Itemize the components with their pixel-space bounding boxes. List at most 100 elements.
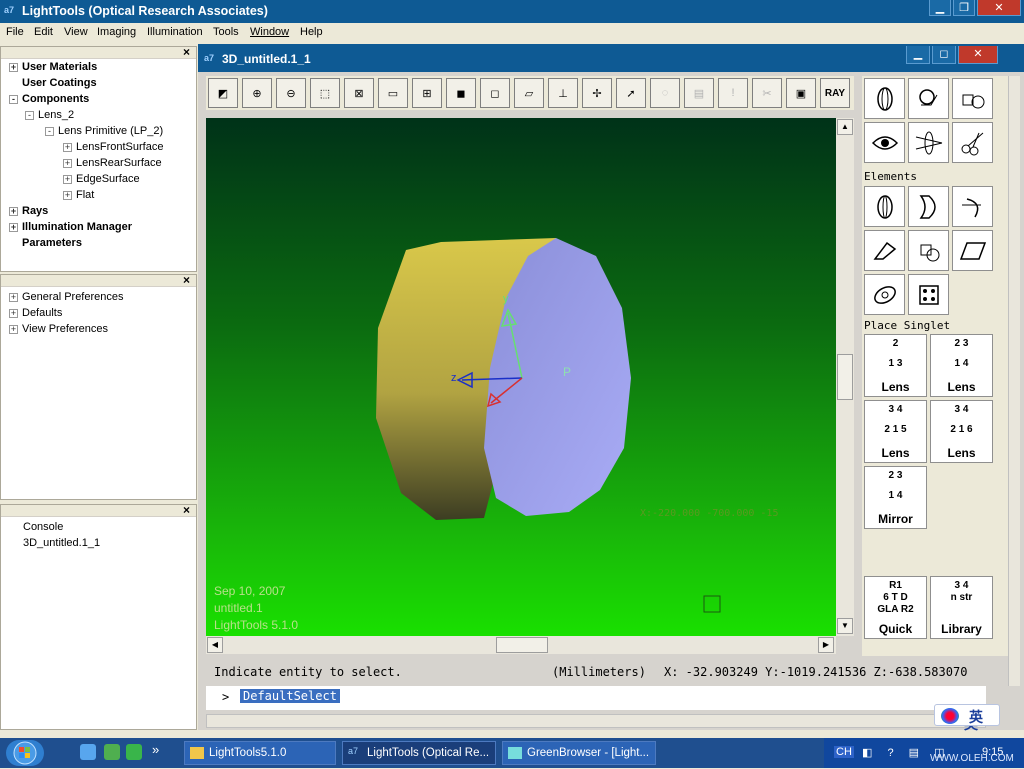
chevron-right-icon[interactable]: » bbox=[152, 742, 159, 757]
tree-item-lens-primitive-lp-2[interactable]: - Lens Primitive (LP_2) bbox=[45, 125, 163, 141]
element-assembly-button[interactable] bbox=[908, 230, 949, 271]
language-indicator[interactable]: CH bbox=[834, 746, 854, 758]
collapse-icon[interactable]: - bbox=[9, 94, 18, 104]
restore-button[interactable]: ❐ bbox=[953, 0, 975, 16]
lens-3-4-5-button[interactable]: 3 42 1 5 Lens bbox=[864, 400, 927, 463]
tree-item-components[interactable]: - Components bbox=[9, 93, 89, 109]
tree-item-edgesurface[interactable]: + EdgeSurface bbox=[63, 173, 140, 189]
shaded-view-button[interactable]: ◼ bbox=[446, 78, 476, 108]
layer-button[interactable]: ▣ bbox=[786, 78, 816, 108]
viewport-vertical-scrollbar[interactable]: ▲ ▼ bbox=[836, 118, 854, 636]
scroll-right-button[interactable]: ▶ bbox=[818, 637, 834, 653]
command-scrollbar[interactable] bbox=[206, 714, 986, 728]
element-meniscus-button[interactable] bbox=[908, 186, 949, 227]
tree-item-lensrearsurface[interactable]: + LensRearSurface bbox=[63, 157, 162, 173]
taskbar-item-lighttools-folder[interactable]: LightTools5.1.0 bbox=[184, 741, 336, 765]
menu-help[interactable]: Help bbox=[300, 26, 323, 38]
vertical-scroll-thumb[interactable] bbox=[837, 354, 853, 400]
zoom-in-button[interactable]: ⊕ bbox=[242, 78, 272, 108]
close-icon[interactable]: × bbox=[183, 45, 190, 59]
alert-button[interactable]: ! bbox=[718, 78, 748, 108]
element-lens-button[interactable] bbox=[864, 186, 905, 227]
lens-2-3-4-button[interactable]: 2 31 4 Lens bbox=[930, 334, 993, 397]
expand-icon[interactable]: + bbox=[9, 222, 18, 232]
viewport-horizontal-scrollbar[interactable]: ◀ ▶ bbox=[206, 636, 836, 654]
expand-icon[interactable]: + bbox=[9, 62, 18, 72]
expand-icon[interactable]: + bbox=[63, 174, 72, 184]
lens-2-3-button[interactable]: 2 1 3 Lens bbox=[864, 334, 927, 397]
quick-lens-button[interactable]: R1 6 T D GLA R2 Quick bbox=[864, 576, 927, 639]
lens-element-button[interactable] bbox=[864, 78, 905, 119]
quad-view-button[interactable]: ⊞ bbox=[412, 78, 442, 108]
scroll-down-button[interactable]: ▼ bbox=[837, 618, 853, 634]
tree-item-defaults[interactable]: + Defaults bbox=[9, 307, 62, 323]
element-plane-button[interactable] bbox=[952, 230, 993, 271]
menu-window[interactable]: Window bbox=[250, 26, 289, 38]
ray-trace-button[interactable] bbox=[908, 122, 949, 163]
tree-item-rays[interactable]: + Rays bbox=[9, 205, 48, 221]
expand-icon[interactable]: + bbox=[9, 292, 18, 302]
child-maximize-button[interactable]: ◻ bbox=[932, 46, 956, 64]
expand-icon[interactable]: + bbox=[9, 324, 18, 334]
menu-illumination[interactable]: Illumination bbox=[147, 26, 203, 38]
start-button[interactable] bbox=[6, 740, 44, 766]
mirror-button[interactable]: 2 31 4 Mirror bbox=[864, 466, 927, 529]
menu-edit[interactable]: Edit bbox=[34, 26, 53, 38]
child-minimize-button[interactable]: ▁ bbox=[906, 46, 930, 64]
child-close-button[interactable]: ✕ bbox=[958, 46, 998, 64]
element-lightpipe-button[interactable] bbox=[864, 274, 905, 315]
tree-item-flat[interactable]: + Flat bbox=[63, 189, 94, 205]
solid-element-button[interactable] bbox=[952, 78, 993, 119]
tree-item-parameters[interactable]: Parameters bbox=[9, 237, 82, 253]
horizontal-scroll-thumb[interactable] bbox=[496, 637, 548, 653]
expand-icon[interactable]: + bbox=[9, 206, 18, 216]
select-window-button[interactable]: ◩ bbox=[208, 78, 238, 108]
tree-item-general-preferences[interactable]: + General Preferences bbox=[9, 291, 124, 307]
command-input[interactable]: DefaultSelect bbox=[240, 689, 340, 703]
scissors-disabled-button[interactable]: ✂ bbox=[752, 78, 782, 108]
media-icon[interactable] bbox=[104, 744, 120, 760]
close-icon[interactable]: × bbox=[183, 273, 190, 287]
menu-imaging[interactable]: Imaging bbox=[97, 26, 136, 38]
minimize-button[interactable]: ▁ bbox=[929, 0, 951, 16]
window-item-console[interactable]: Console bbox=[23, 521, 63, 537]
ime-toolbar[interactable]: 英 bbox=[934, 704, 1000, 726]
close-icon[interactable]: × bbox=[183, 503, 190, 517]
tree-item-illumination-manager[interactable]: + Illumination Manager bbox=[9, 221, 132, 237]
window-item-3d[interactable]: 3D_untitled.1_1 bbox=[23, 537, 100, 553]
element-reflector-button[interactable] bbox=[952, 186, 993, 227]
view-eye-button[interactable] bbox=[864, 122, 905, 163]
document-button[interactable]: ▤ bbox=[684, 78, 714, 108]
ray-button[interactable]: RAY bbox=[820, 78, 850, 108]
single-view-button[interactable]: ▭ bbox=[378, 78, 408, 108]
collapse-icon[interactable]: - bbox=[45, 126, 54, 136]
menu-view[interactable]: View bbox=[64, 26, 88, 38]
scroll-up-button[interactable]: ▲ bbox=[837, 119, 853, 135]
cut-button[interactable] bbox=[952, 122, 993, 163]
expand-icon[interactable]: + bbox=[9, 308, 18, 318]
menu-tools[interactable]: Tools bbox=[213, 26, 239, 38]
arrow-button[interactable]: ➚ bbox=[616, 78, 646, 108]
expand-icon[interactable]: + bbox=[63, 142, 72, 152]
rotate-button[interactable]: ✢ bbox=[582, 78, 612, 108]
right-vertical-scrollbar[interactable] bbox=[1008, 76, 1020, 686]
zoom-fit-button[interactable]: ⊠ bbox=[344, 78, 374, 108]
greenbrowser-icon[interactable] bbox=[126, 744, 142, 760]
wireframe-view-button[interactable]: ◻ bbox=[480, 78, 510, 108]
expand-icon[interactable]: + bbox=[63, 190, 72, 200]
tree-item-view-preferences[interactable]: + View Preferences bbox=[9, 323, 108, 339]
3d-viewport[interactable]: y z P X:-220.000 -700.000 -15 Sep 10, 20… bbox=[206, 118, 836, 636]
axes-button[interactable]: ⊥ bbox=[548, 78, 578, 108]
lens-3-4-5-6-button[interactable]: 3 42 1 6 Lens bbox=[930, 400, 993, 463]
tree-item-lensfrontsurface[interactable]: + LensFrontSurface bbox=[63, 141, 163, 157]
collapse-icon[interactable]: - bbox=[25, 110, 34, 120]
scroll-left-button[interactable]: ◀ bbox=[207, 637, 223, 653]
taskbar-item-lighttools-app[interactable]: a7 LightTools (Optical Re... bbox=[342, 741, 496, 765]
tree-item-user-materials[interactable]: + User Materials bbox=[9, 61, 97, 77]
lens-disabled-button[interactable]: ◌ bbox=[650, 78, 680, 108]
tree-item-lens-2[interactable]: - Lens_2 bbox=[25, 109, 74, 125]
expand-icon[interactable]: + bbox=[63, 158, 72, 168]
taskbar-item-greenbrowser[interactable]: GreenBrowser - [Light... bbox=[502, 741, 656, 765]
close-button[interactable]: ✕ bbox=[977, 0, 1021, 16]
zoom-out-button[interactable]: ⊖ bbox=[276, 78, 306, 108]
